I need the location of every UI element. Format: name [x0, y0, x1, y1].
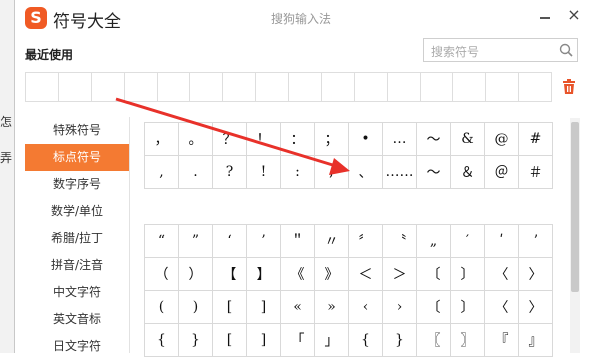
- annotation-arrow: [115, 97, 350, 175]
